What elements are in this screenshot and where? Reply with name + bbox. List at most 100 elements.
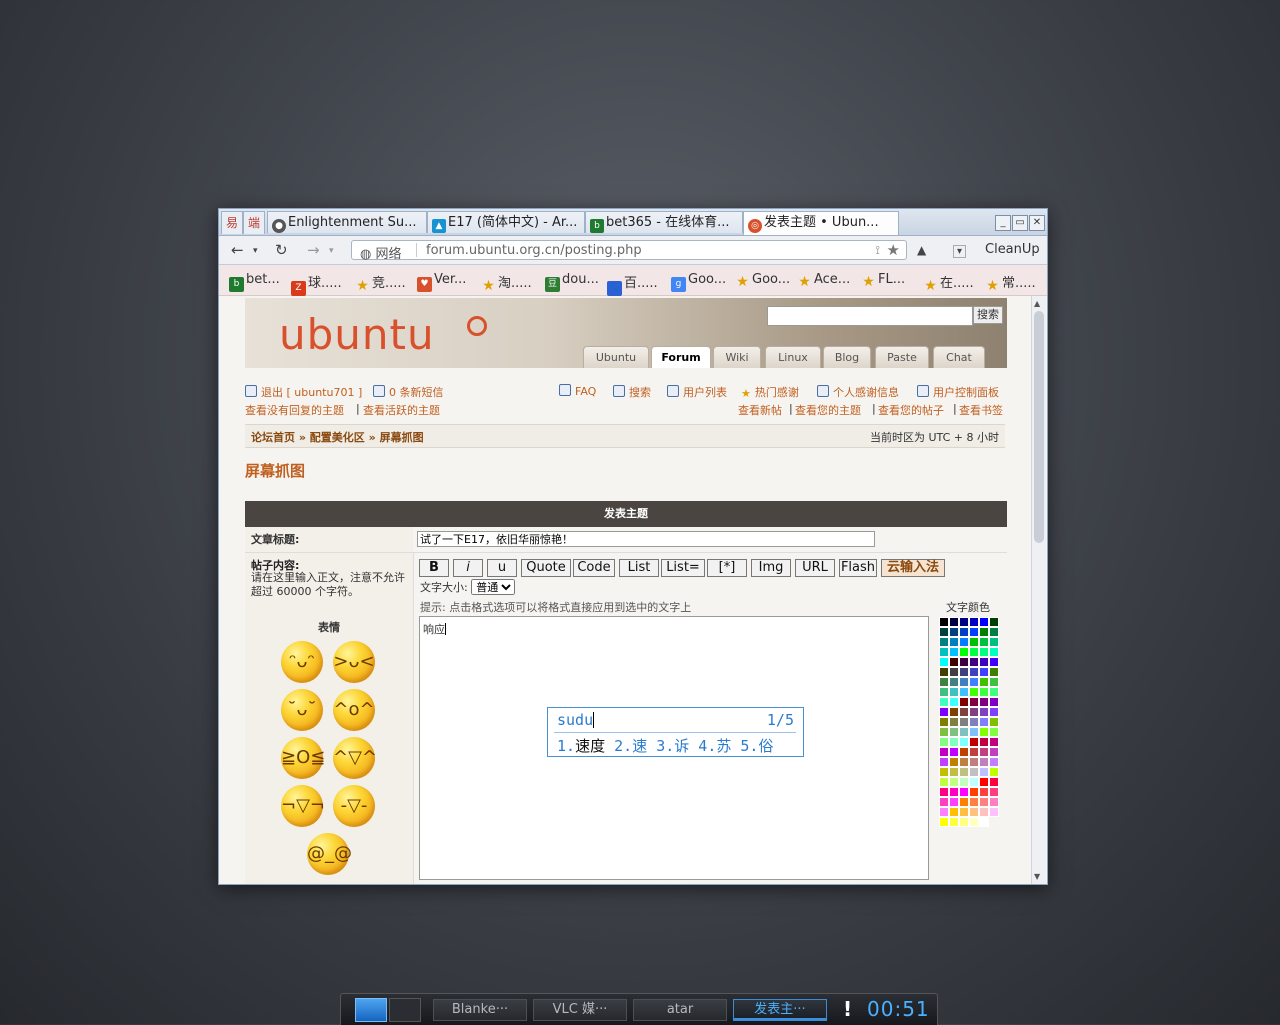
bookmark-item[interactable]: 🐾 百..... — [607, 272, 658, 296]
color-swatch[interactable] — [989, 617, 999, 627]
color-swatch[interactable] — [969, 817, 979, 827]
bookmark-item[interactable]: ★ Ace... — [797, 272, 850, 290]
cloud-ime-button[interactable]: 云输入法 — [881, 559, 945, 577]
color-swatch[interactable] — [969, 737, 979, 747]
close-button[interactable]: ✕ — [1029, 215, 1045, 231]
color-swatch[interactable] — [939, 757, 949, 767]
site-search-input[interactable] — [767, 306, 973, 326]
color-swatch[interactable] — [989, 667, 999, 677]
bookmark-item[interactable]: b bet... — [229, 272, 280, 292]
color-swatch[interactable] — [949, 747, 959, 757]
taskbar-item-atar[interactable]: atar — [633, 999, 727, 1021]
tab-posting[interactable]: ◎ 发表主题 • Ubun... — [743, 211, 899, 235]
color-swatch[interactable] — [959, 807, 969, 817]
font-size-select[interactable]: 普通 — [471, 579, 516, 595]
color-swatch[interactable] — [949, 687, 959, 697]
bookmark-item[interactable]: Z 球..... — [291, 272, 342, 296]
site-tab-wiki[interactable]: Wiki — [713, 346, 761, 368]
color-swatch[interactable] — [979, 817, 989, 827]
color-swatch[interactable] — [959, 687, 969, 697]
color-swatch[interactable] — [939, 727, 949, 737]
color-swatch[interactable] — [979, 697, 989, 707]
color-swatch[interactable] — [979, 777, 989, 787]
ime-candidate-1[interactable]: 速度 — [575, 737, 605, 755]
color-swatch[interactable] — [939, 677, 949, 687]
flash-button[interactable]: Flash — [839, 559, 877, 577]
color-swatch[interactable] — [989, 737, 999, 747]
hot-thanks-link[interactable]: ★ 热门感谢 — [741, 384, 799, 400]
reload-button[interactable]: ↻ — [275, 241, 288, 259]
underline-button[interactable]: u — [487, 559, 517, 577]
color-swatch[interactable] — [989, 647, 999, 657]
color-swatch[interactable] — [949, 777, 959, 787]
color-swatch[interactable] — [959, 787, 969, 797]
color-swatch[interactable] — [959, 767, 969, 777]
list-ordered-button[interactable]: List= — [661, 559, 705, 577]
site-tab-blog[interactable]: Blog — [823, 346, 871, 368]
color-swatch[interactable] — [949, 787, 959, 797]
color-swatch[interactable] — [979, 617, 989, 627]
up-button[interactable]: ▲ — [917, 243, 926, 257]
color-swatch[interactable] — [949, 727, 959, 737]
taskbar-item-posting[interactable]: 发表主··· — [733, 999, 827, 1021]
color-swatch[interactable] — [959, 657, 969, 667]
color-swatch[interactable] — [989, 687, 999, 697]
forward-dropdown-icon[interactable]: ▾ — [329, 246, 334, 256]
color-swatch[interactable] — [969, 707, 979, 717]
color-swatch[interactable] — [989, 807, 999, 817]
breadcrumb-forum[interactable]: 屏幕抓图 — [380, 431, 424, 444]
color-swatch[interactable] — [979, 677, 989, 687]
color-swatch[interactable] — [939, 767, 949, 777]
color-swatch[interactable] — [939, 647, 949, 657]
color-swatch[interactable] — [979, 667, 989, 677]
smiley-cover-mouth-icon[interactable]: ^o^ — [333, 689, 375, 731]
logout-link[interactable]: 退出 [ ubuntu701 ] — [245, 384, 362, 400]
color-swatch[interactable] — [979, 637, 989, 647]
taskbar-item-blanket[interactable]: Blanke··· — [433, 999, 527, 1021]
tab-enlightenment[interactable]: ● Enlightenment Su... — [267, 211, 427, 233]
color-swatch[interactable] — [949, 757, 959, 767]
color-swatch[interactable] — [989, 767, 999, 777]
color-swatch[interactable] — [949, 817, 959, 827]
bookmark-item[interactable]: g Goo... — [671, 272, 726, 292]
color-swatch[interactable] — [989, 787, 999, 797]
color-swatch[interactable] — [989, 707, 999, 717]
forward-button[interactable]: → — [307, 241, 320, 259]
breadcrumb-category[interactable]: 配置美化区 — [310, 431, 365, 444]
quote-button[interactable]: Quote — [521, 559, 571, 577]
color-swatch[interactable] — [979, 797, 989, 807]
breadcrumb-home[interactable]: 论坛首页 — [251, 431, 295, 444]
bookmark-star-icon[interactable]: ★ — [887, 241, 900, 259]
color-swatch[interactable] — [969, 667, 979, 677]
color-swatch[interactable] — [959, 697, 969, 707]
color-swatch[interactable] — [969, 777, 979, 787]
code-button[interactable]: Code — [573, 559, 615, 577]
color-swatch[interactable] — [979, 737, 989, 747]
color-swatch[interactable] — [959, 747, 969, 757]
subject-input[interactable] — [417, 531, 875, 547]
scroll-up-icon[interactable]: ▲ — [1034, 299, 1040, 308]
site-tab-ubuntu[interactable]: Ubuntu — [583, 346, 649, 368]
color-swatch[interactable] — [949, 737, 959, 747]
bookmark-item[interactable]: ★ 竞..... — [355, 272, 405, 294]
search-link[interactable]: 搜索 — [613, 384, 651, 400]
color-swatch[interactable] — [959, 677, 969, 687]
bookmark-item[interactable]: ★ 常..... — [985, 272, 1035, 294]
list-item-button[interactable]: [*] — [707, 559, 747, 577]
img-button[interactable]: Img — [751, 559, 791, 577]
color-swatch[interactable] — [939, 637, 949, 647]
site-tab-linux[interactable]: Linux — [765, 346, 821, 368]
taskbar-item-vlc[interactable]: VLC 媒··· — [533, 999, 627, 1021]
smiley-happy-icon[interactable]: ᵔᴗᵔ — [281, 641, 323, 683]
color-swatch[interactable] — [969, 767, 979, 777]
color-swatch[interactable] — [959, 617, 969, 627]
bookmark-item[interactable]: ★ 淘..... — [481, 272, 531, 294]
color-swatch[interactable] — [969, 717, 979, 727]
color-swatch[interactable] — [959, 727, 969, 737]
color-swatch[interactable] — [949, 707, 959, 717]
url-bar[interactable]: ◍ 网络 forum.ubuntu.org.cn/posting.php ⟟ ★ — [351, 240, 907, 262]
color-swatch[interactable] — [939, 687, 949, 697]
smiley-tongue-icon[interactable]: >ᴗ< — [333, 641, 375, 683]
new-posts-link[interactable]: 查看新帖 — [738, 402, 782, 418]
color-swatch[interactable] — [949, 637, 959, 647]
